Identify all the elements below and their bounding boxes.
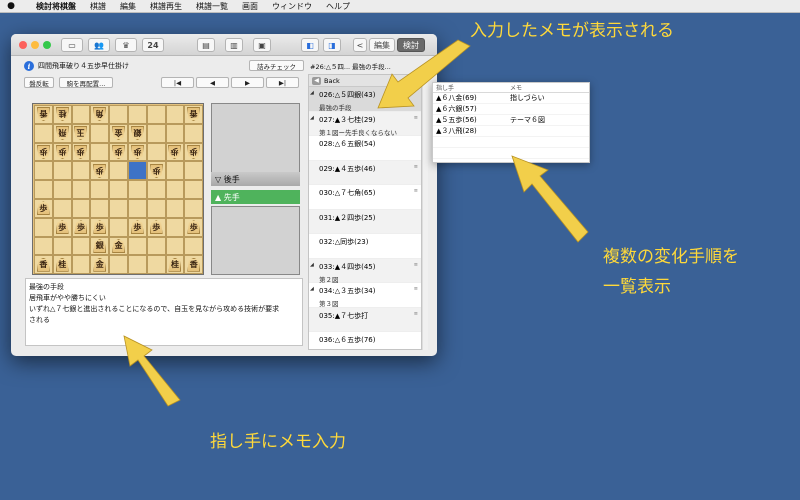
arrow-to-memo <box>123 335 181 407</box>
annotation-variations-2: 一覧表示 <box>603 277 671 297</box>
annotation-memo-display: 入力したメモが表示される <box>470 21 674 41</box>
arrow-to-moves <box>377 39 471 109</box>
arrow-to-popup <box>511 155 589 243</box>
annotation-variations: 複数の変化手順を <box>603 247 739 267</box>
annotation-memo-input: 指し手にメモ入力 <box>210 432 346 452</box>
